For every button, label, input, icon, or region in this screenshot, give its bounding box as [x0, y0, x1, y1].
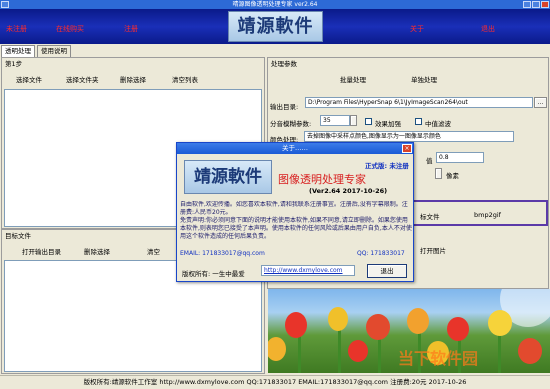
header-banner: 未注册 在线购买 注册 靖源軟件 关于 退出	[0, 9, 550, 44]
dialog-qq: QQ: 171833017	[357, 250, 405, 257]
pixel-spinner[interactable]	[435, 168, 442, 179]
blur-spinner[interactable]	[350, 115, 357, 126]
dialog-website-link[interactable]: http://www.dxmylove.com	[261, 265, 355, 276]
target-delete-selection-button[interactable]: 删除选择	[84, 246, 110, 256]
select-file-button[interactable]: 选择文件	[16, 74, 42, 84]
status-bar: 版权所有:靖源软件工作室 http://www.dxmylove.com QQ:…	[0, 375, 550, 389]
unregistered-link[interactable]: 未注册	[6, 24, 27, 34]
enhance-label: 效果加强	[375, 120, 401, 128]
minimize-icon[interactable]	[523, 1, 531, 8]
format-button[interactable]: bmp2gif	[474, 211, 501, 219]
version-label: (Ver2.64 2017-10-26)	[309, 187, 388, 195]
about-dialog: 关于…… × 靖源軟件 正式版: 未注册 图像透明处理专家 (Ver2.64 2…	[176, 142, 414, 282]
dialog-copyright: 版权所有: 一生中最爱	[182, 270, 245, 278]
open-image-button[interactable]: 打开图片	[420, 245, 446, 255]
dialog-logo: 靖源軟件	[184, 160, 272, 194]
brand-logo: 靖源軟件	[228, 11, 323, 42]
batch-mode-button[interactable]: 批量处理	[340, 74, 366, 84]
dialog-title: 关于……	[282, 144, 308, 152]
value-label: 值	[426, 157, 433, 165]
browse-button[interactable]: ...	[534, 97, 547, 108]
window-title: 晴源图像透明处理专家 ver2.64	[232, 1, 318, 8]
params-legend: 处理参数	[271, 60, 297, 68]
dialog-exit-button[interactable]: 退出	[367, 264, 407, 278]
pixel-label: 像素	[446, 172, 459, 180]
blur-param-label: 分音模糊参数:	[270, 120, 312, 128]
step1-legend: 第1步	[5, 60, 23, 68]
image-preview: 当下软件园	[268, 289, 550, 373]
color-process-select[interactable]: 去掉图像中采样点颜色,图像显示为一图像显示颜色	[304, 131, 514, 142]
enhance-checkbox[interactable]	[365, 118, 372, 125]
open-output-dir-button[interactable]: 打开输出目录	[22, 246, 61, 256]
window-titlebar: 晴源图像透明处理专家 ver2.64	[0, 0, 550, 9]
watermark: 当下软件园	[398, 349, 479, 368]
maximize-icon[interactable]	[532, 1, 540, 8]
about-link[interactable]: 关于	[410, 24, 424, 34]
median-label: 中值滤波	[425, 120, 451, 128]
close-icon[interactable]	[541, 1, 549, 8]
clear-list-button[interactable]: 清空列表	[172, 74, 198, 84]
product-name: 图像透明处理专家	[278, 173, 366, 186]
tab-instructions[interactable]: 使用说明	[37, 45, 71, 57]
tab-bar: 透明处理 使用说明	[0, 44, 550, 57]
exit-link[interactable]: 退出	[481, 24, 495, 34]
tab-transparent-process[interactable]: 透明处理	[1, 45, 35, 57]
target-legend: 目标文件	[5, 232, 31, 240]
dialog-email: EMAIL: 171833017@qq.com	[180, 250, 265, 257]
value-select[interactable]: 0.8	[436, 152, 484, 163]
output-dir-field[interactable]: D:\Program Files\HyperSnap 6\1\JyImageSc…	[305, 97, 533, 108]
app-icon	[1, 1, 9, 8]
blur-param-field[interactable]: 35	[320, 115, 350, 126]
dialog-close-icon[interactable]: ×	[402, 144, 412, 153]
output-dir-label: 输出目录:	[270, 103, 299, 111]
median-checkbox[interactable]	[415, 118, 422, 125]
single-mode-button[interactable]: 单独处理	[411, 74, 437, 84]
select-folder-button[interactable]: 选择文件夹	[66, 74, 99, 84]
register-link[interactable]: 注册	[124, 24, 138, 34]
target-clear-button[interactable]: 清空	[147, 246, 160, 256]
delete-selection-button[interactable]: 删除选择	[120, 74, 146, 84]
buy-online-link[interactable]: 在线购买	[56, 24, 84, 34]
dialog-titlebar: 关于…… ×	[177, 143, 413, 154]
edition-label: 正式版: 未注册	[365, 162, 409, 170]
target-file-label: 标文件	[420, 213, 440, 221]
